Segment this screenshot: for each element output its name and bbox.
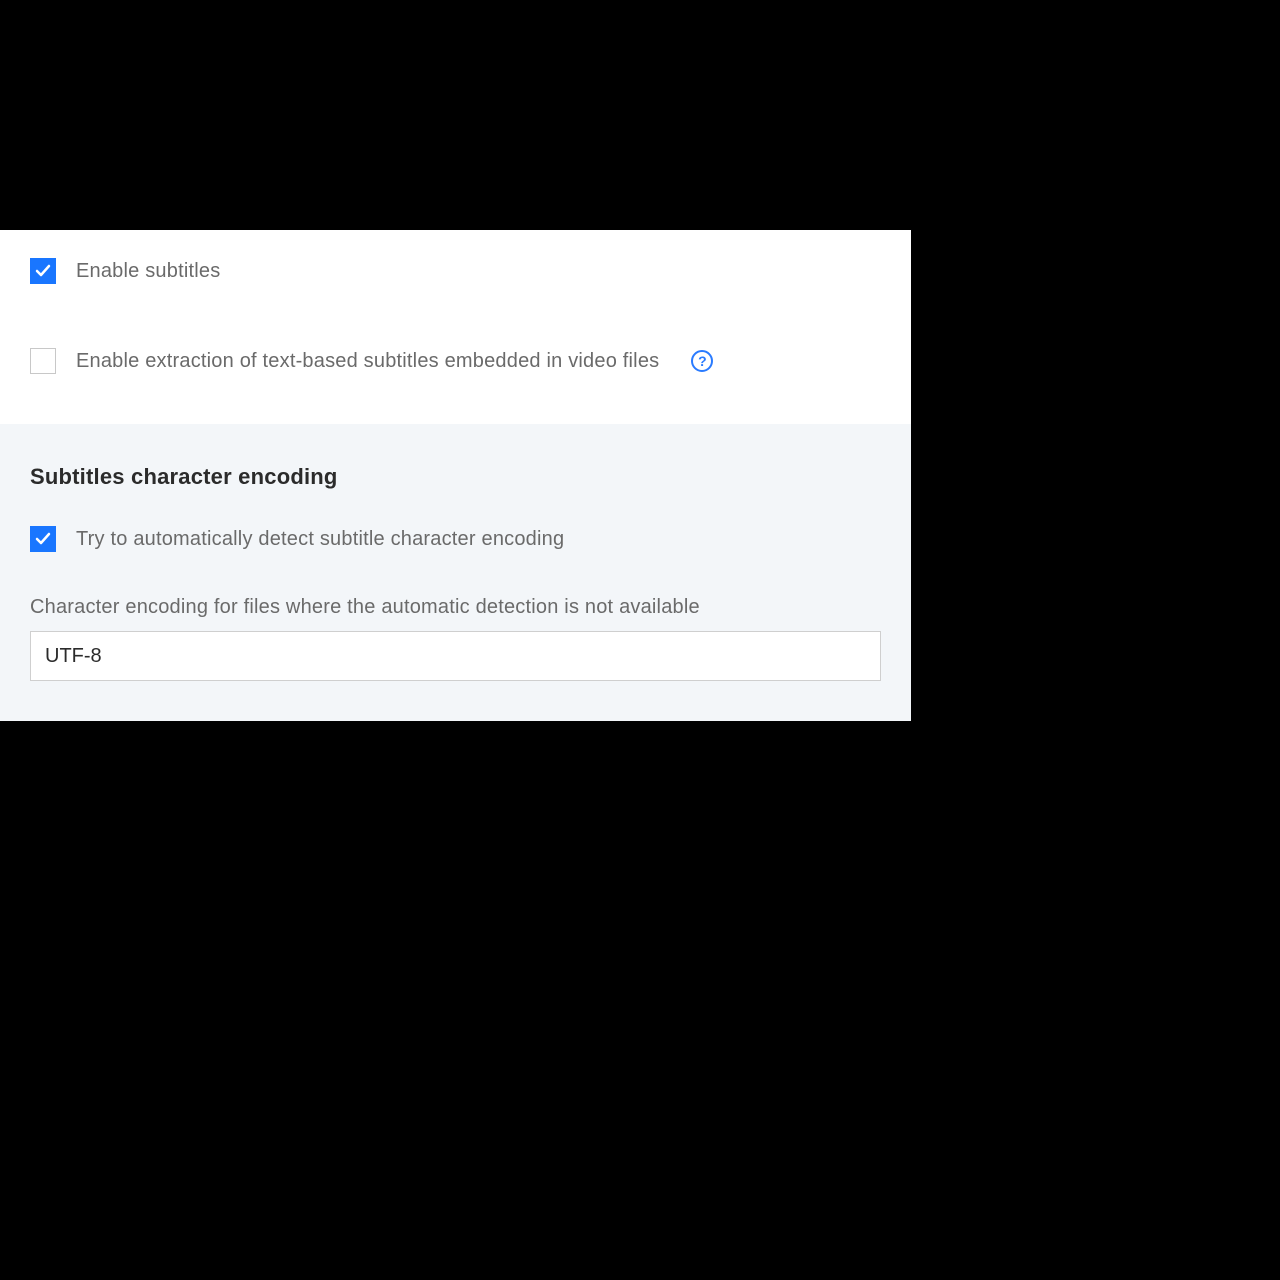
enable-extraction-checkbox[interactable]: [30, 348, 56, 374]
checkmark-icon: [35, 531, 51, 547]
auto-detect-label: Try to automatically detect subtitle cha…: [76, 528, 564, 551]
enable-subtitles-label: Enable subtitles: [76, 260, 220, 283]
auto-detect-row: Try to automatically detect subtitle cha…: [30, 526, 881, 552]
help-icon[interactable]: ?: [691, 350, 713, 372]
enable-extraction-label: Enable extraction of text-based subtitle…: [76, 350, 659, 373]
enable-subtitles-row: Enable subtitles: [30, 258, 881, 284]
settings-panel: Enable subtitles Enable extraction of te…: [0, 230, 911, 721]
fallback-encoding-label: Character encoding for files where the a…: [30, 596, 881, 619]
enable-subtitles-checkbox[interactable]: [30, 258, 56, 284]
encoding-heading: Subtitles character encoding: [30, 464, 881, 490]
enable-extraction-row: Enable extraction of text-based subtitle…: [30, 348, 881, 374]
subtitles-section: Enable subtitles Enable extraction of te…: [0, 230, 911, 424]
encoding-section: Subtitles character encoding Try to auto…: [0, 424, 911, 721]
fallback-encoding-input[interactable]: [30, 631, 881, 681]
checkmark-icon: [35, 263, 51, 279]
auto-detect-checkbox[interactable]: [30, 526, 56, 552]
